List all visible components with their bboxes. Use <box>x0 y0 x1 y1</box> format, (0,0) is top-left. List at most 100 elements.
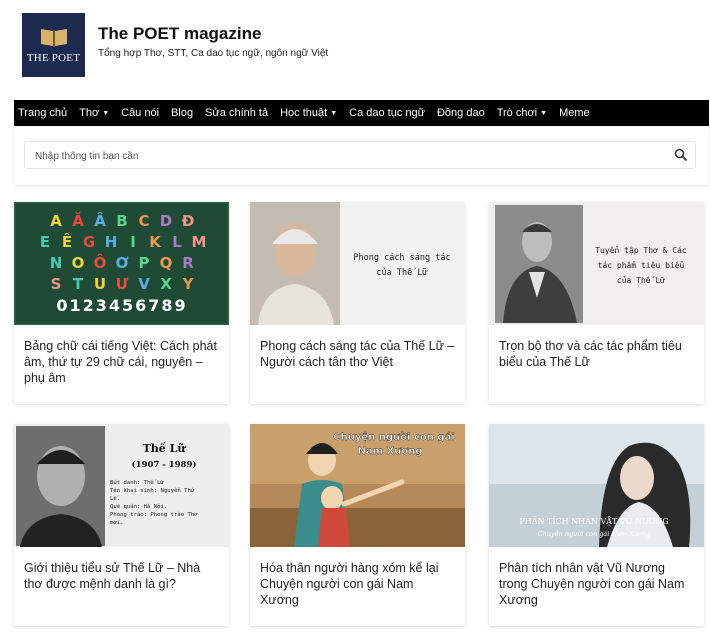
article-card-alphabet[interactable]: AĂÂBCDĐ EÊGHIKLM NOÔƠPQR STUƯVXY 0123456789… <box>14 202 229 404</box>
bio-line: Bút danh: Thế Lữ <box>110 479 165 486</box>
nav-label: Meme <box>559 107 590 119</box>
thumb-caption: của Thế Lữ <box>376 267 427 278</box>
nav-label: Đồng dao <box>436 107 485 119</box>
thumb-caption: Phong cách sáng tác <box>353 253 450 263</box>
bio-line: Quê quán: Hà Nội. <box>110 503 167 510</box>
bio-name: Thế Lữ <box>143 442 187 455</box>
article-card-story[interactable]: Chuyện người con gái Nam Xương Hóa thân … <box>250 424 465 626</box>
book-icon <box>40 29 67 47</box>
bio-line: Lễ. <box>110 495 120 502</box>
article-card-analysis[interactable]: PHÂN TÍCH NHÂN VẬT VŨ NƯƠNG Chuyện người… <box>489 424 704 626</box>
alphabet-letter: M <box>192 233 207 251</box>
alphabet-letter: Ă <box>72 211 84 230</box>
biography-image: Thế Lữ (1907 - 1989) Bút danh: Thế Lữ Tê… <box>14 424 229 547</box>
nav-label: Sửa chính tả <box>205 107 269 119</box>
alphabet-letter: Ê <box>62 232 72 251</box>
alphabet-letter: Q <box>160 254 173 272</box>
alphabet-letter: L <box>172 233 182 251</box>
alphabet-letter: Â <box>94 211 106 230</box>
article-card-style[interactable]: Phong cách sáng tác của Thế Lữ Phong các… <box>250 202 465 404</box>
thumb-caption: Nam Xương <box>358 446 423 457</box>
main-navigation: Trang chủ Thơ ▼ Câu nói Blog Sửa chính tả… <box>14 100 709 126</box>
bio-line: mới. <box>110 519 123 526</box>
alphabet-letter: Y <box>182 275 195 293</box>
thumb-caption: Chuyện người con gái Nam Xương <box>538 530 651 538</box>
alphabet-letter: P <box>139 254 150 272</box>
nav-item-home[interactable]: Trang chủ <box>14 100 73 126</box>
alphabet-letter: D <box>160 212 172 230</box>
portrait-image: Tuyển tập Thơ & Các tác phẩm tiêu biểu c… <box>489 202 704 325</box>
alphabet-letter: Ô <box>94 253 107 272</box>
alphabet-letter: Ư <box>116 275 129 293</box>
nav-label: Thơ <box>79 107 100 119</box>
article-thumbnail[interactable]: Chuyện người con gái Nam Xương <box>250 424 465 547</box>
alphabet-letter: O <box>72 254 85 272</box>
site-logo[interactable]: THE POET <box>22 13 85 77</box>
article-title[interactable]: Giới thiệu tiểu sử Thế Lữ – Nhà thơ được… <box>24 560 219 592</box>
story-illustration: Chuyện người con gái Nam Xương <box>250 424 465 547</box>
nav-item-proverbs[interactable]: Ca dao tục ngữ <box>343 100 431 126</box>
caret-down-icon: ▼ <box>540 109 548 117</box>
article-thumbnail[interactable]: PHÂN TÍCH NHÂN VẬT VŨ NƯƠNG Chuyện người… <box>489 424 704 547</box>
nav-item-games[interactable]: Trò chơi ▼ <box>491 100 553 126</box>
article-thumbnail[interactable]: Thế Lữ (1907 - 1989) Bút danh: Thế Lữ Tê… <box>14 424 229 547</box>
alphabet-letter: I <box>130 233 136 251</box>
article-card-collection[interactable]: Tuyển tập Thơ & Các tác phẩm tiêu biểu c… <box>489 202 704 404</box>
thumb-caption: PHÂN TÍCH NHÂN VẬT VŨ NƯƠNG <box>519 517 668 526</box>
site-tagline: Tổng hợp Thơ, STT, Ca dao tục ngữ, ngôn … <box>98 48 329 59</box>
alphabet-board-image: A Ă Â B C D Đ E Ê G H I K L M N O Ô Ơ P Q R S T U Ư V X Y 0123456789 <box>14 202 229 325</box>
thumb-caption: tác phẩm tiêu biểu <box>598 260 685 270</box>
search-icon[interactable] <box>673 147 689 163</box>
alphabet-letter: X <box>160 275 172 293</box>
nav-label: Trang chủ <box>18 107 68 119</box>
nav-item-academic[interactable]: Học thuật ▼ <box>274 100 343 126</box>
thumb-caption: của Thế Lữ <box>617 275 665 285</box>
nav-label: Câu nói <box>121 107 160 119</box>
alphabet-letter: T <box>73 275 84 293</box>
digits-text: 0123456789 <box>56 296 187 315</box>
caret-down-icon: ▼ <box>102 109 110 117</box>
article-thumbnail[interactable]: Tuyển tập Thơ & Các tác phẩm tiêu biểu c… <box>489 202 704 325</box>
analysis-image: PHÂN TÍCH NHÂN VẬT VŨ NƯƠNG Chuyện người… <box>489 424 704 547</box>
thumb-caption: Chuyện người con gái <box>333 431 454 443</box>
logo-text: THE POET <box>26 52 81 64</box>
search-box <box>24 141 696 169</box>
site-header: THE POET The POET magazine Tổng hợp Thơ,… <box>0 0 710 100</box>
alphabet-letter: R <box>182 254 194 272</box>
article-title[interactable]: Trọn bộ thơ và các tác phẩm tiêu biểu củ… <box>499 338 694 370</box>
alphabet-letter: Đ <box>182 212 195 230</box>
thumb-caption: Tuyển tập Thơ & Các <box>595 245 687 255</box>
alphabet-letter: A <box>50 212 62 230</box>
article-title[interactable]: Phân tích nhân vật Vũ Nương trong Chuyện… <box>499 560 694 608</box>
alphabet-letter: K <box>149 233 162 251</box>
nav-item-quotes[interactable]: Câu nói <box>115 100 165 126</box>
article-title[interactable]: Bảng chữ cái tiếng Việt: Cách phát âm, t… <box>24 338 219 386</box>
article-title[interactable]: Hóa thân người hàng xóm kể lại Chuyện ng… <box>260 560 455 608</box>
caret-down-icon: ▼ <box>330 109 338 117</box>
nav-label: Trò chơi <box>496 107 538 119</box>
bio-years: (1907 - 1989) <box>132 459 197 470</box>
nav-item-poems[interactable]: Thơ ▼ <box>73 100 115 126</box>
nav-item-blog[interactable]: Blog <box>165 100 199 126</box>
alphabet-letter: C <box>138 212 149 230</box>
article-card-biography[interactable]: Thế Lữ (1907 - 1989) Bút danh: Thế Lữ Tê… <box>14 424 229 626</box>
alphabet-letter: B <box>116 212 127 230</box>
article-title[interactable]: Phong cách sáng tác của Thế Lữ – Người c… <box>260 338 455 370</box>
nav-item-nursery-rhymes[interactable]: Đồng dao <box>431 100 491 126</box>
article-thumbnail[interactable]: AĂÂBCDĐ EÊGHIKLM NOÔƠPQR STUƯVXY 0123456789 <box>14 202 229 325</box>
search-panel <box>14 127 709 185</box>
bio-line: Tên khai sinh: Nguyễn Thứ <box>110 487 195 494</box>
alphabet-letter: E <box>40 233 50 251</box>
alphabet-letter: H <box>105 233 118 251</box>
article-thumbnail[interactable]: Phong cách sáng tác của Thế Lữ <box>250 202 465 325</box>
nav-label: Blog <box>171 107 194 119</box>
nav-item-spelling[interactable]: Sửa chính tả <box>199 100 274 126</box>
nav-item-meme[interactable]: Meme <box>553 100 596 126</box>
alphabet-letter: U <box>94 275 106 293</box>
alphabet-letter: Ơ <box>115 254 128 272</box>
site-title[interactable]: The POET magazine <box>98 24 261 44</box>
nav-label: Học thuật <box>280 107 328 119</box>
portrait-image: Phong cách sáng tác của Thế Lữ <box>250 202 465 325</box>
search-input[interactable] <box>33 146 657 166</box>
alphabet-letter: G <box>83 233 95 251</box>
